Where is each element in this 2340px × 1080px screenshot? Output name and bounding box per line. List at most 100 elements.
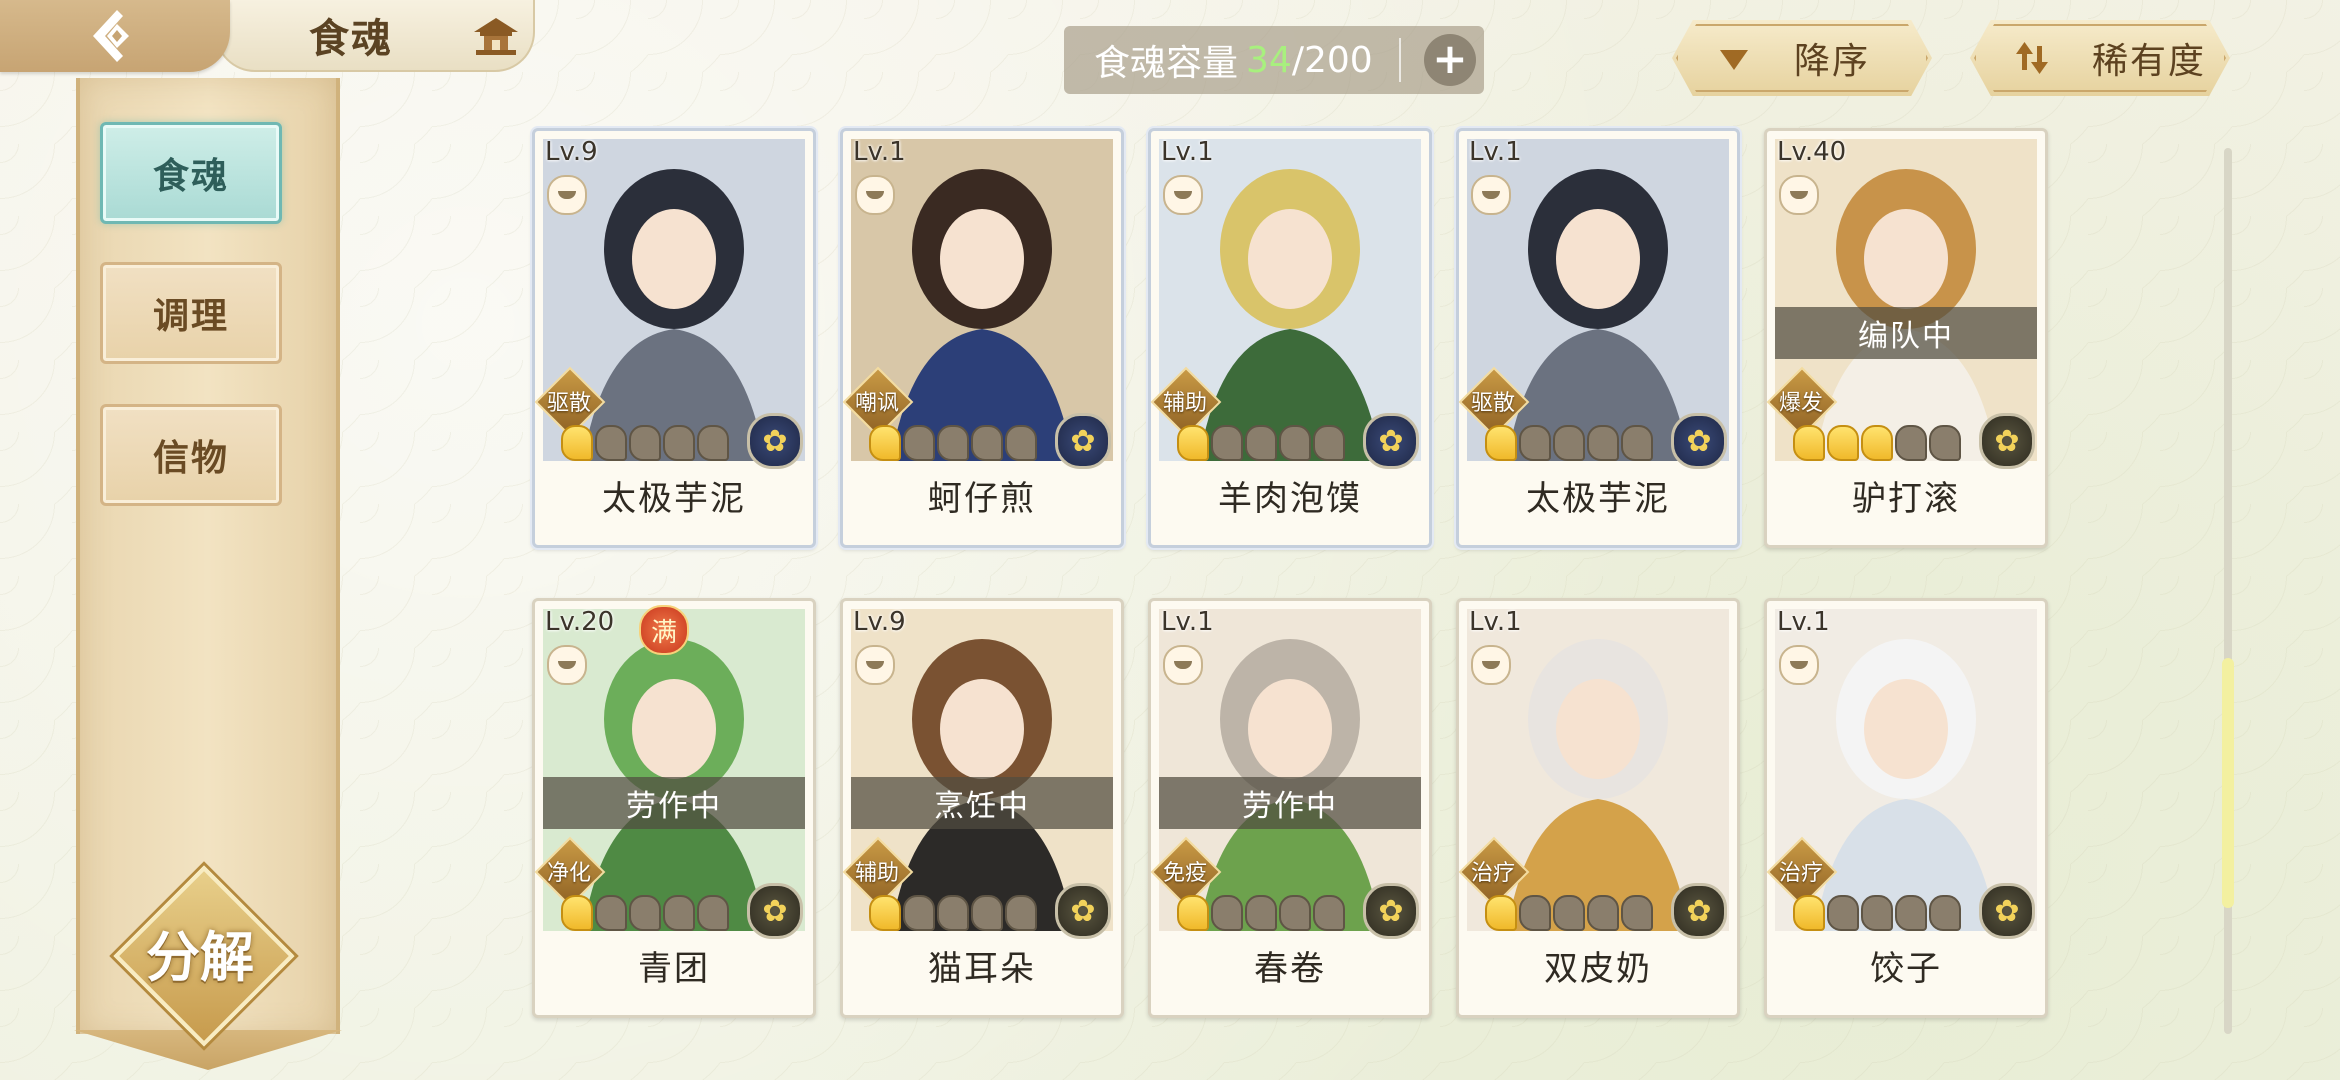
- star-rating: [1177, 425, 1345, 461]
- role-badge: 辅助: [1151, 366, 1222, 438]
- card-name: 太极芋泥: [1526, 479, 1670, 519]
- bowl-icon: [547, 645, 587, 685]
- sort-rarity-label: 稀有度: [2092, 41, 2207, 82]
- star-icon: [1211, 425, 1243, 461]
- level-label: Lv.20: [545, 607, 615, 637]
- star-icon: [1313, 895, 1345, 931]
- expand-capacity-button[interactable]: +: [1424, 34, 1476, 86]
- food-soul-card[interactable]: Lv.1 治疗 ✿ 双皮奶: [1456, 598, 1740, 1018]
- role-label: 嘲讽: [854, 391, 899, 416]
- star-icon: [1827, 895, 1859, 931]
- sidebar-item-label: 食魂: [152, 156, 229, 197]
- bowl-icon: [855, 175, 895, 215]
- star-icon: [1587, 425, 1619, 461]
- star-icon: [1485, 895, 1517, 931]
- role-badge: 驱散: [1459, 366, 1530, 438]
- star-rating: [1485, 425, 1653, 461]
- card-name: 猫耳朵: [928, 949, 1036, 989]
- sort-arrows-icon: [2016, 42, 2048, 74]
- role-label: 治疗: [1470, 861, 1515, 886]
- food-soul-card[interactable]: Lv.20 满劳作中 净化 ✿ 青团: [532, 598, 816, 1018]
- star-icon: [1177, 895, 1209, 931]
- home-icon[interactable]: [470, 14, 522, 58]
- role-label: 治疗: [1778, 861, 1823, 886]
- bowl-icon: [1779, 645, 1819, 685]
- level-label: Lv.40: [1777, 137, 1847, 167]
- star-icon: [1895, 895, 1927, 931]
- star-icon: [937, 895, 969, 931]
- level-label: Lv.1: [1161, 607, 1214, 637]
- role-badge: 驱散: [535, 366, 606, 438]
- star-icon: [869, 895, 901, 931]
- star-icon: [869, 425, 901, 461]
- star-rating: [561, 425, 729, 461]
- sidebar-item-label: 调理: [152, 296, 229, 337]
- food-soul-card[interactable]: Lv.1 劳作中 免疫 ✿ 春卷: [1148, 598, 1432, 1018]
- food-soul-card[interactable]: Lv.1 治疗 ✿ 饺子: [1764, 598, 2048, 1018]
- card-name: 饺子: [1870, 949, 1942, 989]
- flower-element-icon: ✿: [1363, 413, 1419, 469]
- role-badge: 净化: [535, 836, 606, 908]
- star-icon: [1621, 425, 1653, 461]
- card-name: 羊肉泡馍: [1218, 479, 1362, 519]
- back-button[interactable]: [0, 0, 230, 72]
- food-soul-card[interactable]: Lv.1 驱散 ✿ 太极芋泥: [1456, 128, 1740, 548]
- level-label: Lv.9: [853, 607, 906, 637]
- star-icon: [1587, 895, 1619, 931]
- bowl-icon: [1163, 175, 1203, 215]
- star-icon: [1279, 425, 1311, 461]
- bowl-icon: [1163, 645, 1203, 685]
- status-label: 劳作中: [1242, 789, 1338, 824]
- star-icon: [1519, 895, 1551, 931]
- role-badge: 治疗: [1767, 836, 1838, 908]
- sidebar-item-conditioning[interactable]: 调理: [100, 262, 282, 364]
- star-icon: [1553, 425, 1585, 461]
- level-label: Lv.1: [1469, 137, 1522, 167]
- star-icon: [629, 895, 661, 931]
- star-icon: [1827, 425, 1859, 461]
- capacity-display: 食魂容量 34 /200 +: [1064, 26, 1484, 94]
- level-label: Lv.1: [1161, 137, 1214, 167]
- status-banner: 劳作中: [543, 777, 805, 829]
- scrollbar-thumb[interactable]: [2222, 658, 2234, 908]
- scrollbar[interactable]: [2222, 148, 2234, 1034]
- star-icon: [1553, 895, 1585, 931]
- max-badge-label: 满: [650, 617, 677, 648]
- star-icon: [1245, 895, 1277, 931]
- food-soul-card[interactable]: Lv.1 嘲讽 ✿ 蚵仔煎: [840, 128, 1124, 548]
- decompose-button[interactable]: 分解: [113, 865, 295, 1047]
- role-badge: 治疗: [1459, 836, 1530, 908]
- sort-rarity-button[interactable]: 稀有度: [1970, 20, 2230, 96]
- star-rating: [1177, 895, 1345, 931]
- food-soul-card[interactable]: Lv.9 烹饪中 辅助 ✿ 猫耳朵: [840, 598, 1124, 1018]
- food-soul-card[interactable]: Lv.1 辅助 ✿ 羊肉泡馍: [1148, 128, 1432, 548]
- card-name: 驴打滚: [1852, 479, 1960, 519]
- star-icon: [971, 895, 1003, 931]
- flower-element-icon: ✿: [1363, 883, 1419, 939]
- flower-element-icon: ✿: [1671, 883, 1727, 939]
- star-icon: [561, 425, 593, 461]
- star-icon: [1929, 895, 1961, 931]
- role-label: 辅助: [1162, 391, 1207, 416]
- role-badge: 免疫: [1151, 836, 1222, 908]
- status-banner: 烹饪中: [851, 777, 1113, 829]
- bowl-icon: [547, 175, 587, 215]
- star-icon: [1861, 895, 1893, 931]
- sidebar-item-food-soul[interactable]: 食魂: [100, 122, 282, 224]
- role-label: 辅助: [854, 861, 899, 886]
- sidebar-item-token[interactable]: 信物: [100, 404, 282, 506]
- food-soul-card[interactable]: Lv.40 编队中 爆发 ✿ 驴打滚: [1764, 128, 2048, 548]
- food-soul-card[interactable]: Lv.9 驱散 ✿ 太极芋泥: [532, 128, 816, 548]
- sort-order-label: 降序: [1794, 41, 1871, 82]
- star-icon: [697, 895, 729, 931]
- sort-order-button[interactable]: 降序: [1672, 20, 1932, 96]
- sidebar-item-label: 信物: [152, 438, 229, 479]
- status-banner: 编队中: [1775, 307, 2037, 359]
- capacity-divider: [1398, 38, 1401, 82]
- capacity-total: /200: [1291, 39, 1373, 81]
- star-icon: [697, 425, 729, 461]
- status-banner: 劳作中: [1159, 777, 1421, 829]
- star-icon: [595, 895, 627, 931]
- star-icon: [903, 425, 935, 461]
- star-icon: [1313, 425, 1345, 461]
